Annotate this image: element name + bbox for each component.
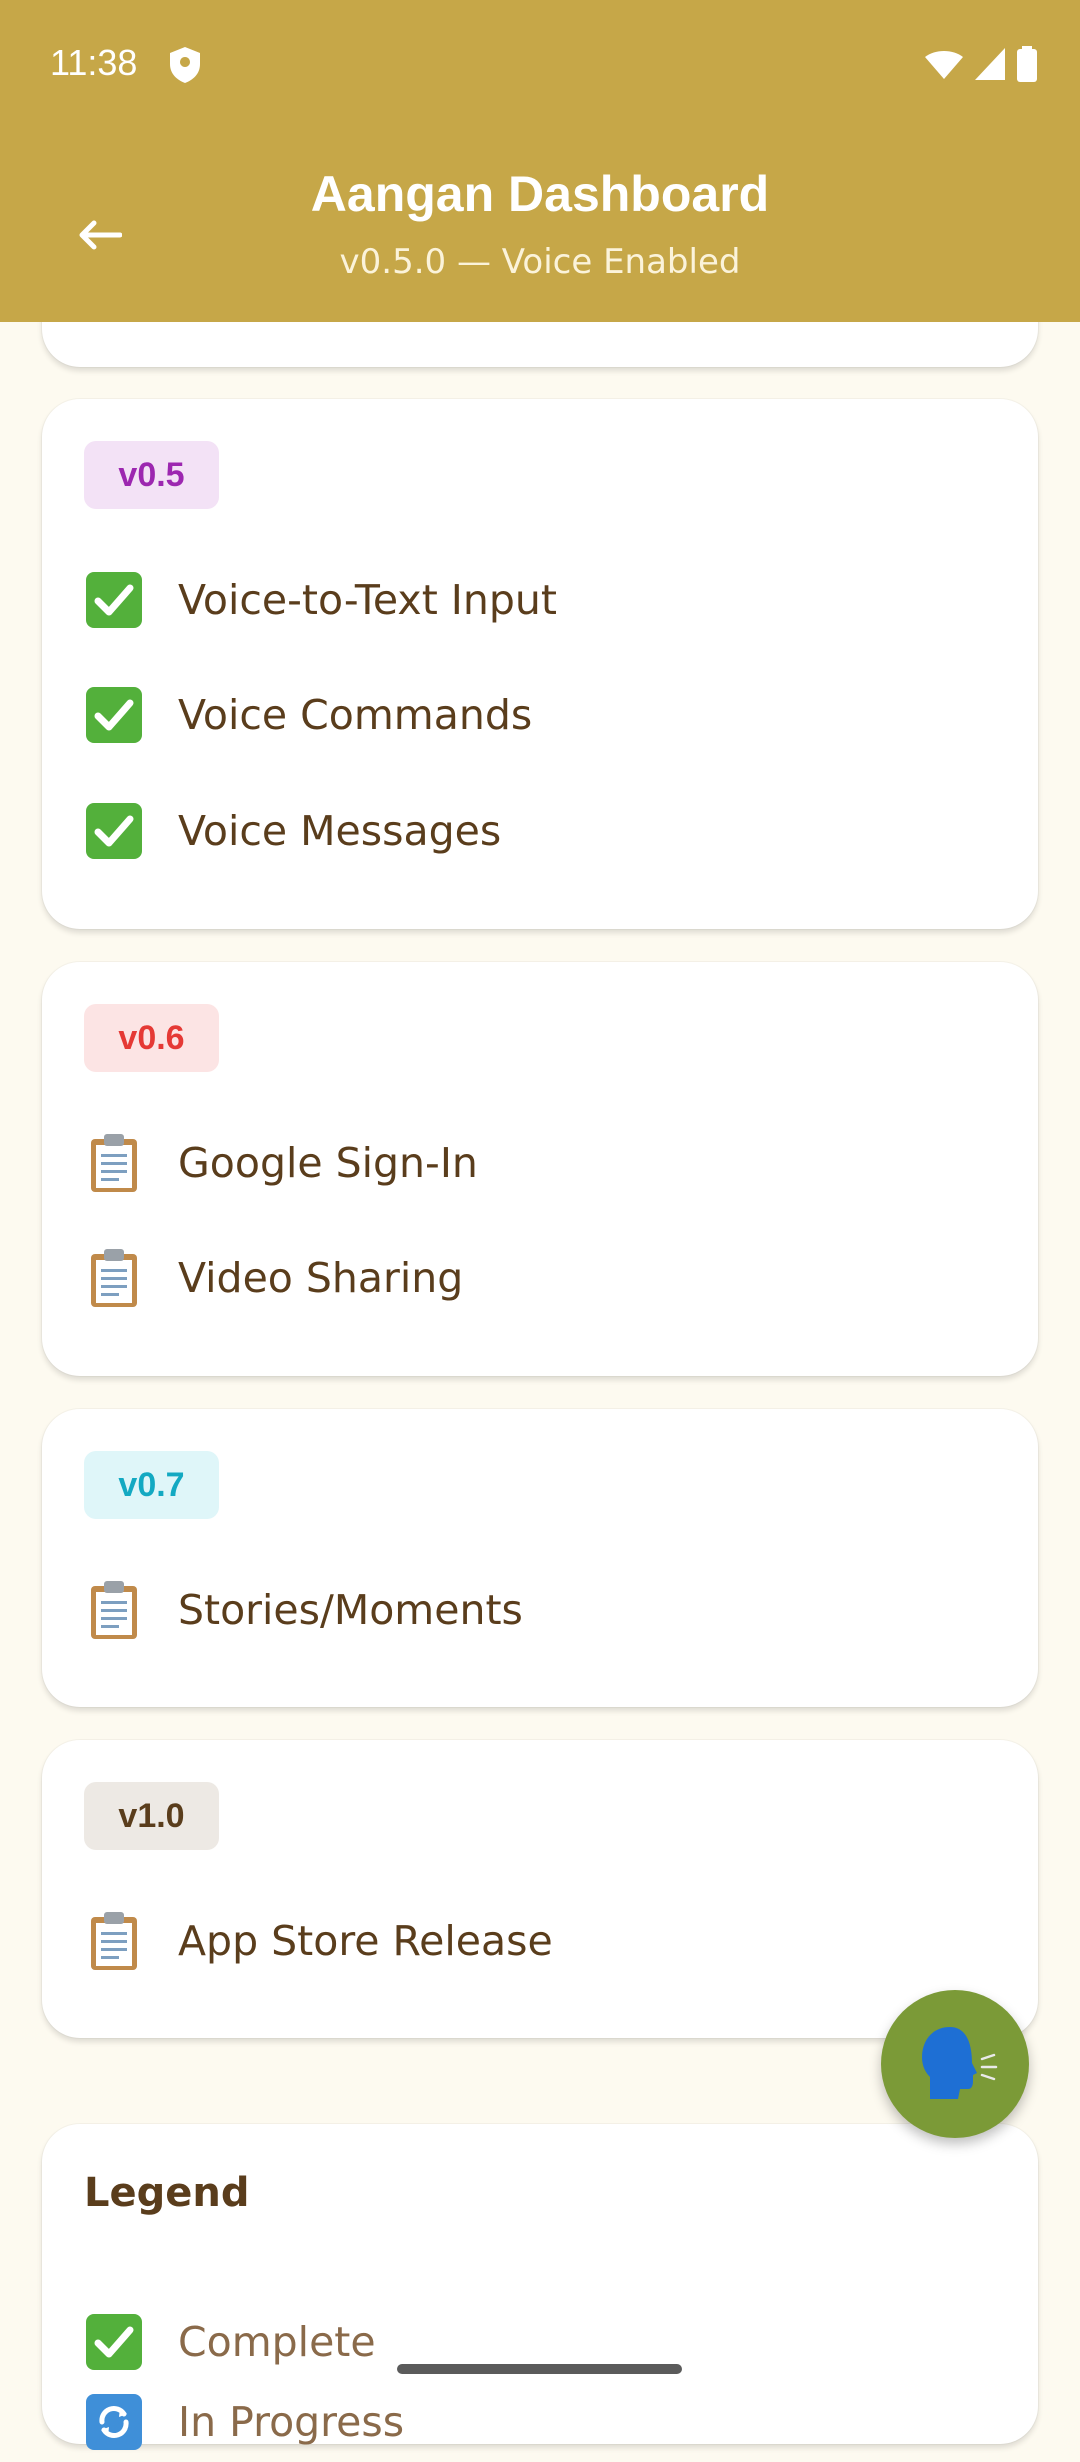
legend-title: Legend bbox=[84, 2170, 250, 2216]
legend-label: Complete bbox=[178, 2318, 376, 2366]
clipboard-icon bbox=[84, 1248, 144, 1308]
version-card-v0-6: v0.6 Google Sign-In Video Sharing bbox=[42, 962, 1038, 1376]
list-item: Google Sign-In bbox=[84, 1123, 478, 1203]
item-label: Google Sign-In bbox=[178, 1139, 478, 1187]
legend-label: In Progress bbox=[178, 2398, 405, 2446]
home-indicator[interactable] bbox=[397, 2364, 682, 2374]
clipboard-icon bbox=[84, 1133, 144, 1193]
check-icon bbox=[84, 801, 144, 861]
version-badge: v0.6 bbox=[84, 1004, 219, 1072]
item-label: Voice Commands bbox=[178, 691, 533, 739]
signal-icon bbox=[975, 48, 1005, 80]
list-item: Voice Commands bbox=[84, 675, 532, 755]
version-card-v1-0: v1.0 App Store Release bbox=[42, 1740, 1038, 2038]
app-bar: 11:38 Aangan Dashboard v0.5.0 — Voice En… bbox=[0, 0, 1080, 322]
version-card-v0-7: v0.7 Stories/Moments bbox=[42, 1409, 1038, 1707]
version-card-v0-5: v0.5 Voice-to-Text Input Voice Commands … bbox=[42, 399, 1038, 929]
item-label: Voice-to-Text Input bbox=[178, 576, 557, 624]
version-badge: v0.5 bbox=[84, 441, 219, 509]
page-subtitle: v0.5.0 — Voice Enabled bbox=[339, 242, 741, 282]
list-item: Stories/Moments bbox=[84, 1570, 523, 1650]
speaking-head-icon bbox=[922, 2027, 998, 2099]
battery-icon bbox=[1017, 46, 1037, 82]
check-icon bbox=[84, 685, 144, 745]
version-badge: v1.0 bbox=[84, 1782, 219, 1850]
list-item: Voice Messages bbox=[84, 791, 501, 871]
item-label: Stories/Moments bbox=[178, 1586, 523, 1634]
version-badge: v0.7 bbox=[84, 1451, 219, 1519]
legend-item: In Progress bbox=[84, 2382, 404, 2462]
list-item: Voice-to-Text Input bbox=[84, 560, 557, 640]
voice-command-button[interactable] bbox=[881, 1990, 1029, 2138]
list-item: App Store Release bbox=[84, 1901, 553, 1981]
refresh-icon bbox=[84, 2392, 144, 2452]
item-label: App Store Release bbox=[178, 1917, 553, 1965]
item-label: Video Sharing bbox=[178, 1254, 464, 1302]
legend-card: Legend Complete In Progress bbox=[42, 2124, 1038, 2450]
legend-item: Complete bbox=[84, 2302, 376, 2382]
item-label: Voice Messages bbox=[178, 807, 502, 855]
clipboard-icon bbox=[84, 1580, 144, 1640]
status-time: 11:38 bbox=[50, 42, 138, 83]
wifi-icon bbox=[925, 51, 963, 79]
clipboard-icon bbox=[84, 1911, 144, 1971]
status-icons bbox=[924, 44, 1038, 84]
page-title: Aangan Dashboard bbox=[310, 166, 770, 222]
check-icon bbox=[84, 2312, 144, 2372]
list-item: Video Sharing bbox=[84, 1238, 463, 1318]
shield-icon bbox=[170, 47, 200, 83]
check-icon bbox=[84, 570, 144, 630]
